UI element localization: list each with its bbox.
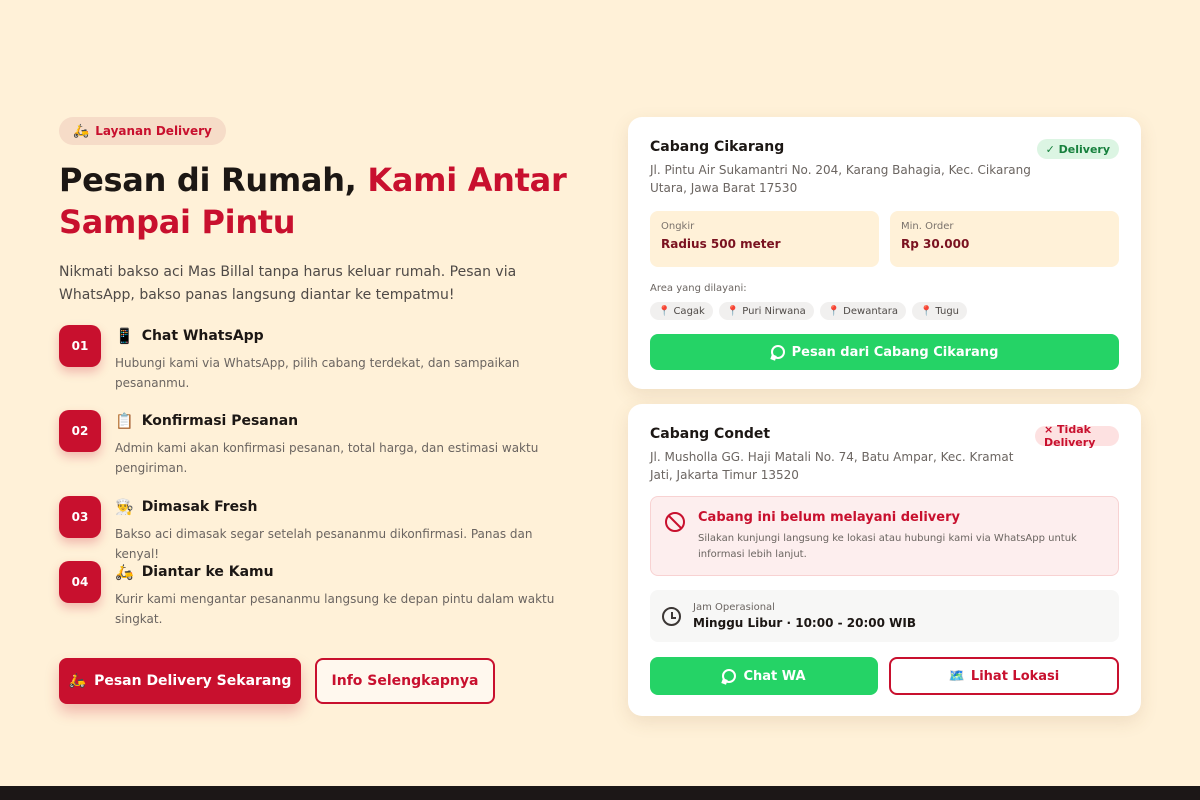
order-cikarang-button[interactable]: Pesan dari Cabang Cikarang xyxy=(650,334,1119,370)
view-location-button[interactable]: 🗺️ Lihat Lokasi xyxy=(889,657,1119,695)
status-badge: × Tidak Delivery xyxy=(1035,423,1119,449)
footer-strip xyxy=(0,786,1200,800)
step-delivered: 04 🛵 Diantar ke Kamu Kurir kami mengantar… xyxy=(59,561,579,646)
step-confirm-order: 02 📋 Konfirmasi Pesanan Admin kami akan k… xyxy=(59,410,579,496)
step-description: Kurir kami mengantar pesananmu langsung … xyxy=(115,592,555,626)
whatsapp-icon xyxy=(770,345,785,359)
step-title: Chat WhatsApp xyxy=(141,328,264,344)
service-areas: 📍 Cagak 📍 Puri Nirwana 📍 Dewantara 📍 Tugu xyxy=(650,302,1119,320)
scooter-icon: 🛵 xyxy=(73,123,90,139)
phone-icon: 📱 xyxy=(115,327,134,345)
branch-address: Jl. Pintu Air Sukamantri No. 204, Karang… xyxy=(650,163,1031,195)
step-title: Diantar ke Kamu xyxy=(141,564,274,580)
chef-icon: 👨‍🍳 xyxy=(115,498,134,516)
intro-text: Nikmati bakso aci Mas Billal tanpa harus… xyxy=(59,264,517,303)
step-description: Hubungi kami via WhatsApp, pilih cabang … xyxy=(115,356,520,390)
delivery-service-badge: 🛵 Layanan Delivery xyxy=(59,117,226,145)
clipboard-icon: 📋 xyxy=(115,412,134,430)
pin-icon: 📍 xyxy=(827,305,841,317)
cta-buttons: 🛵 Pesan Delivery Sekarang Info Selengkap… xyxy=(59,658,495,704)
area-chip: 📍 Cagak xyxy=(650,302,713,320)
prohibited-icon xyxy=(665,512,685,532)
pin-icon: 📍 xyxy=(919,305,933,317)
page-title: Pesan di Rumah, Kami Antar Sampai Pintu xyxy=(59,161,567,241)
step-number: 04 xyxy=(59,561,101,603)
step-number: 03 xyxy=(59,496,101,538)
delivery-steps: 01 📱 Chat WhatsApp Hubungi kami via Whats… xyxy=(59,325,579,646)
branch-card-cikarang: Cabang Cikarang Jl. Pintu Air Sukamantri… xyxy=(628,117,1141,389)
scooter-icon: 🛵 xyxy=(68,673,87,689)
hero-section: 🛵 Layanan Delivery Pesan di Rumah, Kami … xyxy=(59,117,579,646)
area-chip: 📍 Dewantara xyxy=(819,302,906,320)
step-number: 02 xyxy=(59,410,101,452)
order-delivery-button[interactable]: 🛵 Pesan Delivery Sekarang xyxy=(59,658,301,704)
area-chip: 📍 Puri Nirwana xyxy=(718,302,814,320)
clock-icon xyxy=(662,606,681,626)
branch-card-condet: Cabang Condet Jl. Musholla GG. Haji Mata… xyxy=(628,404,1141,716)
area-label: Area yang dilayani: xyxy=(650,283,747,294)
operating-hours: Jam Operasional Minggu Libur · 10:00 - 2… xyxy=(650,590,1119,642)
more-info-button[interactable]: Info Selengkapnya xyxy=(315,658,495,704)
branch-address: Jl. Musholla GG. Haji Matali No. 74, Bat… xyxy=(650,450,1014,482)
step-chat-whatsapp: 01 📱 Chat WhatsApp Hubungi kami via Whats… xyxy=(59,325,579,410)
map-icon: 🗺️ xyxy=(948,668,965,684)
status-badge: ✓ Delivery xyxy=(1036,139,1119,159)
shipping-info: Ongkir Radius 500 meter xyxy=(650,211,879,267)
scooter-icon: 🛵 xyxy=(115,563,134,581)
step-title: Dimasak Fresh xyxy=(141,499,258,515)
pin-icon: 📍 xyxy=(658,305,671,317)
step-description: Admin kami akan konfirmasi pesanan, tota… xyxy=(115,441,539,475)
area-chip: 📍 Tugu xyxy=(911,302,968,320)
step-cooked-fresh: 03 👨‍🍳 Dimasak Fresh Bakso aci dimasak se… xyxy=(59,496,579,561)
whatsapp-icon xyxy=(722,669,737,683)
min-order-info: Min. Order Rp 30.000 xyxy=(890,211,1119,267)
branch-name: Cabang Condet xyxy=(650,426,771,442)
branch-name: Cabang Cikarang xyxy=(650,139,785,155)
step-description: Bakso aci dimasak segar setelah pesananm… xyxy=(115,527,533,561)
no-delivery-alert: Cabang ini belum melayani delivery Silak… xyxy=(650,496,1119,576)
step-number: 01 xyxy=(59,325,101,367)
chat-wa-button[interactable]: Chat WA xyxy=(650,657,878,695)
badge-label: Layanan Delivery xyxy=(95,124,212,138)
step-title: Konfirmasi Pesanan xyxy=(141,413,299,429)
pin-icon: 📍 xyxy=(726,305,740,317)
